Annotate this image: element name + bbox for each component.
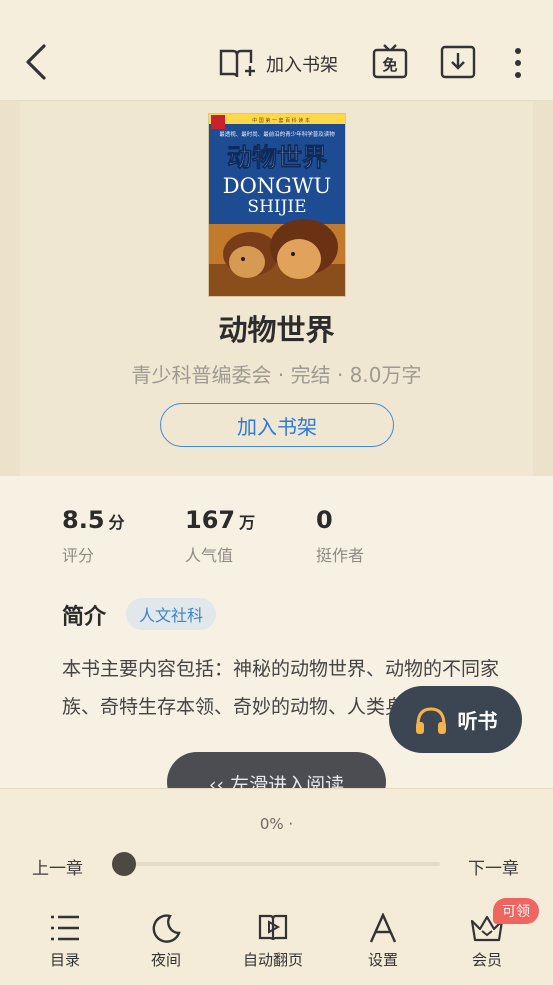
menu-list-icon — [51, 915, 79, 941]
nav-toc-label: 目录 — [49, 951, 80, 969]
book-cover[interactable]: 中 国 第 一 套 百 科 读 本 最透视、最时尚、最前沿的青少年科学普及读物 … — [208, 113, 346, 297]
stat-rating-label: 评分 — [62, 546, 95, 565]
moon-icon — [152, 914, 181, 943]
add-to-shelf-top-button[interactable]: 加入书架 — [218, 44, 338, 84]
cover-top-line: 中 国 第 一 套 百 科 读 本 — [252, 117, 310, 124]
stat-support-label: 挺作者 — [316, 546, 365, 565]
book-add-icon — [219, 49, 255, 78]
stat-popularity-label: 人气值 — [185, 546, 234, 565]
stat-rating-value: 8.5 — [62, 506, 105, 534]
back-arrow-icon[interactable] — [22, 42, 50, 82]
stat-popularity: 167 万 人气值 — [185, 506, 255, 566]
next-chapter-button[interactable]: 下一章 — [468, 854, 519, 879]
stat-popularity-unit: 万 — [239, 513, 256, 532]
listen-label: 听书 — [457, 709, 498, 733]
book-meta: 青少科普编委会 · 完结 · 8.0万字 — [131, 363, 422, 387]
nav-settings-label: 设置 — [367, 951, 398, 969]
stat-rating-unit: 分 — [108, 513, 125, 532]
progress-slider-handle[interactable] — [112, 852, 136, 876]
reading-progress-text: 0% · — [259, 815, 294, 833]
book-title: 动物世界 — [218, 313, 335, 347]
stat-rating: 8.5 分 评分 — [62, 506, 125, 566]
book-header: 中 国 第 一 套 百 科 读 本 最透视、最时尚、最前沿的青少年科学普及读物 … — [0, 101, 553, 476]
category-tag[interactable]: 人文社科 — [126, 598, 217, 630]
headphones-icon — [415, 706, 446, 734]
cover-blurb: 最透视、最时尚、最前沿的青少年科学普及读物 — [219, 130, 335, 138]
nav-membership-label: 会员 — [471, 951, 502, 969]
add-to-shelf-button[interactable]: 加入书架 — [160, 403, 394, 447]
nav-night-label: 夜间 — [150, 951, 181, 969]
download-icon[interactable] — [440, 44, 476, 80]
reader-bottom-bar: 0% · 上一章 下一章 目录 夜间 自动翻页 设置 会员 可领 — [0, 788, 553, 985]
intro-heading: 简介 — [62, 605, 107, 630]
cover-pinyin-2: SHIJIE — [247, 197, 306, 217]
nav-night-mode[interactable]: 夜间 — [121, 913, 211, 970]
stat-popularity-value: 167 — [185, 506, 236, 534]
more-options-icon[interactable] — [510, 46, 526, 80]
stat-support-value: 0 — [316, 506, 333, 534]
cover-pinyin-1: DONGWU — [223, 174, 332, 198]
cover-art: 中 国 第 一 套 百 科 读 本 最透视、最时尚、最前沿的青少年科学普及读物 … — [209, 114, 345, 296]
play-page-icon — [258, 914, 288, 941]
prev-chapter-button[interactable]: 上一章 — [32, 854, 83, 879]
add-to-shelf-top-label: 加入书架 — [266, 55, 338, 76]
progress-slider-track[interactable] — [122, 862, 440, 866]
top-bar: 加入书架 免 — [0, 0, 553, 101]
vip-claim-badge[interactable]: 可领 — [493, 898, 539, 924]
free-tv-icon[interactable]: 免 — [372, 44, 408, 80]
free-label: 免 — [382, 56, 397, 74]
nav-settings[interactable]: 设置 — [338, 913, 428, 970]
nav-toc[interactable]: 目录 — [20, 913, 110, 970]
cover-title: 动物世界 — [227, 143, 327, 172]
nav-auto-page[interactable]: 自动翻页 — [228, 913, 318, 970]
nav-auto-page-label: 自动翻页 — [242, 951, 303, 969]
font-a-icon — [369, 913, 397, 943]
stat-support-author[interactable]: 0 挺作者 — [316, 506, 364, 566]
listen-button[interactable]: 听书 — [389, 686, 522, 753]
